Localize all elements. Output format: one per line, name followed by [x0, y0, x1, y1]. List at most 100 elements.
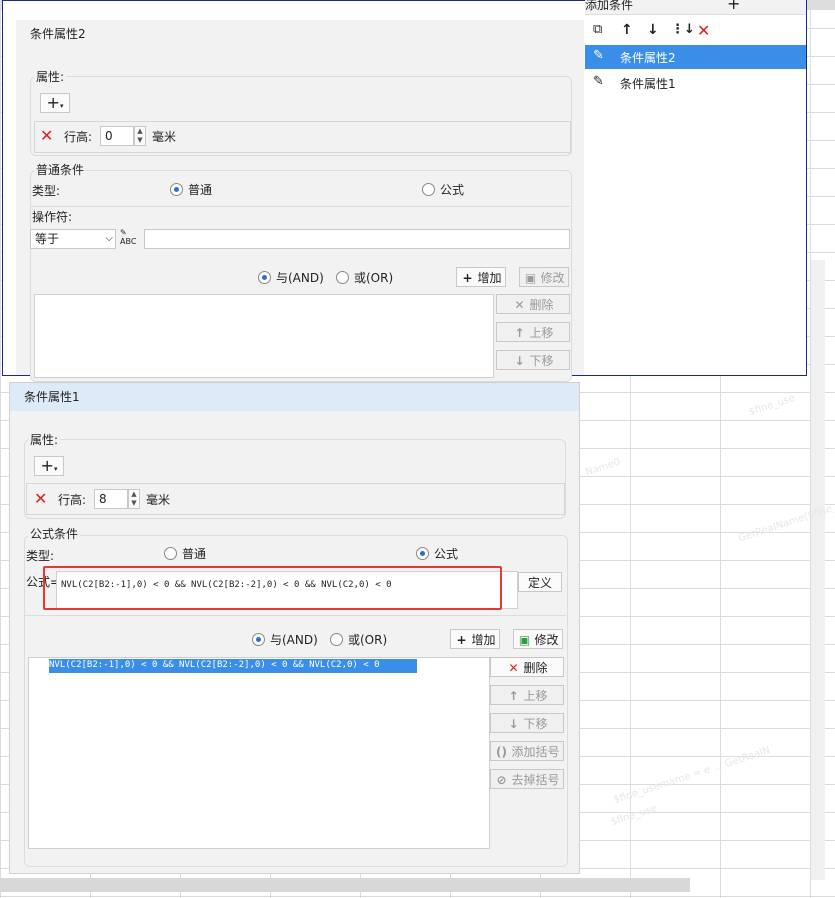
- attribute-legend: 属性:: [28, 431, 61, 448]
- row-height-input[interactable]: 0: [100, 126, 134, 146]
- row-height-label: 行高:: [64, 130, 93, 144]
- radio-dot: [336, 271, 349, 284]
- move-up-label: 上移: [529, 326, 554, 340]
- radio-and[interactable]: 与(AND): [258, 270, 324, 286]
- move-down-label: 下移: [523, 717, 548, 731]
- list-item-condition-2[interactable]: ✎ 条件属性2: [585, 45, 806, 69]
- copy-icon[interactable]: ⧉: [593, 22, 607, 38]
- attribute-legend: 属性:: [34, 68, 67, 85]
- row-height-stepper[interactable]: ▲ ▼: [128, 489, 140, 509]
- radio-and-label: 与(AND): [276, 271, 324, 285]
- add-bracket-label: 添加括号: [511, 745, 560, 759]
- radio-or-label: 或(OR): [354, 271, 394, 285]
- list-item[interactable]: NVL(C2[B2:-1],0) < 0 && NVL(C2[B2:-2],0)…: [49, 659, 417, 673]
- add-attribute-button[interactable]: +▾: [34, 456, 64, 476]
- edit-icon: ✎: [593, 74, 604, 89]
- value-type-icon[interactable]: ✎ ABC: [120, 228, 142, 248]
- delete-icon: ✕: [508, 661, 519, 675]
- condition-legend: 公式条件: [28, 525, 81, 542]
- radio-normal[interactable]: 普通: [164, 546, 206, 562]
- row-height-unit: 毫米: [146, 493, 171, 507]
- type-label: 类型:: [26, 549, 55, 563]
- remove-attribute-icon[interactable]: ✕: [34, 489, 47, 508]
- remove-attribute-icon[interactable]: ✕: [40, 126, 53, 145]
- add-attribute-button[interactable]: +▾: [40, 93, 70, 113]
- condition-list[interactable]: [34, 294, 494, 378]
- define-button[interactable]: 定义: [518, 572, 562, 592]
- condition-text: NVL(C2[B2:-1],0) < 0 && NVL(C2[B2:-2],0)…: [49, 660, 380, 670]
- value-input[interactable]: [144, 229, 570, 249]
- operator-label: 操作符:: [32, 210, 73, 224]
- radio-or[interactable]: 或(OR): [330, 632, 387, 648]
- remove-bracket-label: 去掉括号: [511, 773, 560, 787]
- radio-or-label: 或(OR): [348, 633, 388, 647]
- move-up-button[interactable]: ↑ 上移: [496, 322, 570, 342]
- radio-dot: [330, 633, 343, 646]
- dialog-title: 条件属性2: [16, 20, 584, 48]
- add-attribute-symbol: +: [40, 456, 54, 475]
- delete-icon[interactable]: ✕: [697, 21, 710, 40]
- radio-dot: [170, 183, 183, 196]
- list-item-label: 条件属性2: [620, 51, 676, 65]
- condition-dialog-1: 条件属性1 属性: +▾ ✕ 行高: 8 ▲ ▼ 毫米 公式条件 类型: 普通 公…: [9, 382, 580, 874]
- delete-button-label: 删除: [523, 661, 548, 675]
- type-label: 类型:: [32, 184, 61, 198]
- radio-dot: [422, 183, 435, 196]
- chevron-down-icon: ⌵: [105, 233, 113, 244]
- radio-dot: [258, 271, 271, 284]
- add-condition-button[interactable]: +: [727, 0, 740, 13]
- arrow-down-icon: ↓: [508, 717, 519, 731]
- row-height-unit: 毫米: [152, 130, 177, 144]
- delete-button[interactable]: ✕ 删除: [490, 657, 564, 677]
- vertical-scrollbar[interactable]: [810, 260, 825, 880]
- modify-button-label: 修改: [540, 271, 565, 285]
- move-up-button[interactable]: ↑ 上移: [490, 685, 564, 705]
- condition-dialog-2: 条件属性2 属性: +▾ ✕ 行高: 0 ▲ ▼ 毫米 普通条件 类型: 普通 公…: [16, 20, 584, 382]
- row-height-input[interactable]: 8: [94, 489, 128, 509]
- radio-dot: [252, 633, 265, 646]
- move-bottom-icon[interactable]: ⋮↓: [671, 22, 695, 37]
- add-button-label: 增加: [471, 633, 496, 647]
- condition-list[interactable]: NVL(C2[B2:-1],0) < 0 && NVL(C2[B2:-2],0)…: [28, 657, 490, 849]
- formula-highlight-box: [43, 566, 502, 610]
- remove-brackets-icon: ⊘: [496, 773, 507, 787]
- arrow-up-icon[interactable]: ↑: [621, 22, 633, 38]
- condition-legend: 普通条件: [34, 161, 87, 178]
- arrow-down-icon[interactable]: ↓: [647, 22, 659, 38]
- add-button-label: 增加: [477, 271, 502, 285]
- modify-button-label: 修改: [534, 633, 559, 647]
- move-down-button[interactable]: ↓ 下移: [496, 350, 570, 370]
- move-down-label: 下移: [529, 354, 554, 368]
- operator-select[interactable]: 等于 ⌵: [30, 229, 116, 249]
- radio-and[interactable]: 与(AND): [252, 632, 318, 648]
- delete-button-label: 删除: [529, 298, 554, 312]
- delete-button[interactable]: ✕ 删除: [496, 294, 570, 314]
- list-item-condition-1[interactable]: ✎ 条件属性1: [585, 71, 806, 95]
- radio-formula[interactable]: 公式: [416, 546, 458, 562]
- add-condition-title: 添加条件: [585, 0, 634, 12]
- list-item-label: 条件属性1: [620, 77, 676, 91]
- dialog-title: 条件属性1: [10, 383, 579, 411]
- radio-formula-label: 公式: [434, 547, 459, 561]
- move-down-button[interactable]: ↓ 下移: [490, 713, 564, 733]
- arrow-up-icon: ↑: [508, 689, 519, 703]
- row-height-stepper[interactable]: ▲ ▼: [134, 126, 146, 146]
- arrow-up-icon: ↑: [514, 326, 525, 340]
- remove-bracket-button[interactable]: ⊘ 去掉括号: [490, 769, 564, 789]
- add-button[interactable]: + 增加: [456, 267, 506, 287]
- modify-icon: ▣: [518, 633, 531, 647]
- add-condition-header: 添加条件 +: [585, 0, 806, 15]
- modify-button[interactable]: ▣ 修改: [519, 267, 569, 287]
- radio-formula[interactable]: 公式: [422, 182, 464, 198]
- radio-dot: [164, 547, 177, 560]
- edit-icon: ✎: [593, 48, 604, 63]
- add-button[interactable]: + 增加: [450, 629, 500, 649]
- radio-or[interactable]: 或(OR): [336, 270, 393, 286]
- horizontal-scrollbar[interactable]: [0, 878, 690, 892]
- radio-normal[interactable]: 普通: [170, 182, 212, 198]
- radio-normal-label: 普通: [182, 547, 207, 561]
- arrow-down-icon: ↓: [514, 354, 525, 368]
- modify-button[interactable]: ▣ 修改: [513, 629, 563, 649]
- plus-icon: +: [456, 633, 467, 647]
- add-bracket-button[interactable]: () 添加括号: [490, 741, 564, 761]
